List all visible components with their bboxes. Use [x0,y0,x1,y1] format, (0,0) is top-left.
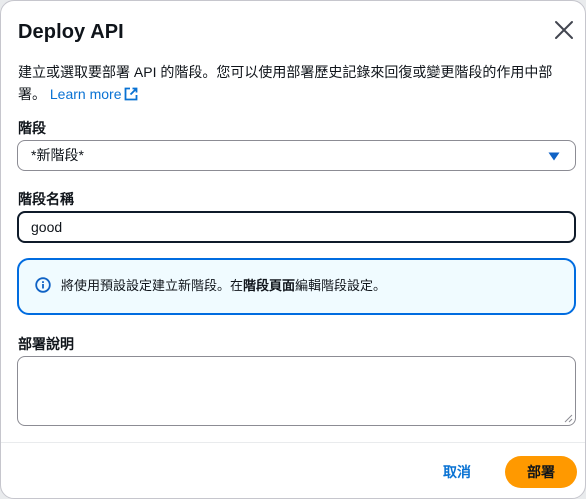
caret-down-icon [548,152,560,161]
modal-title: Deploy API [18,21,124,43]
stage-name-input[interactable]: good [17,211,576,243]
stage-page-link: 階段頁面 [243,278,296,293]
deploy-api-modal: Deploy API 建立或選取要部署 API 的階段。您可以使用部署歷史記錄來… [0,0,586,499]
learn-more-link[interactable]: Learn more [50,86,139,102]
stage-select[interactable]: *新階段* [17,140,576,171]
close-button[interactable] [551,17,577,43]
info-icon [35,277,51,293]
stage-label: 階段 [18,120,46,136]
stage-selected-value: *新階段* [31,147,84,163]
deployment-description-textarea[interactable] [17,356,576,426]
cancel-button[interactable]: 取消 [431,456,483,488]
stage-name-label: 階段名稱 [18,191,74,207]
info-alert: 將使用預設設定建立新階段。在階段頁面編輯階段設定。 [17,258,576,315]
resize-handle-icon[interactable] [564,414,573,423]
modal-description: 建立或選取要部署 API 的階段。您可以使用部署歷史記錄來回復或變更階段的作用中… [18,61,563,105]
footer-divider [1,442,585,443]
deploy-button[interactable]: 部署 [505,456,577,488]
info-message: 將使用預設設定建立新階段。在階段頁面編輯階段設定。 [61,277,386,295]
deployment-description-label: 部署說明 [18,336,74,352]
info-text-before: 將使用預設設定建立新階段。在 [61,278,244,293]
stage-name-value: good [31,219,63,235]
close-icon [555,21,573,39]
external-link-icon [125,87,138,101]
info-text-after: 編輯階段設定。 [295,278,387,293]
learn-more-label: Learn more [49,86,122,102]
